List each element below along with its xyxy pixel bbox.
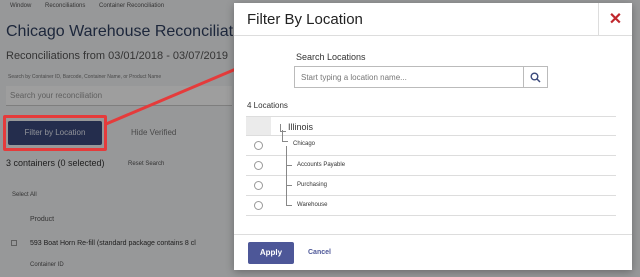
close-icon[interactable]: ✕ (598, 3, 632, 36)
modal-title: Filter By Location (247, 11, 363, 28)
cancel-button[interactable]: Cancel (308, 242, 331, 264)
location-count: 4 Locations (247, 101, 288, 110)
tree-row-accounts-payable[interactable]: Accounts Payable (246, 146, 616, 176)
tree-row-illinois: Illinois (246, 116, 616, 136)
tree-label-location: Accounts Payable (297, 162, 346, 168)
tree-row-warehouse[interactable]: Warehouse (246, 186, 616, 216)
tree-row-purchasing[interactable]: Purchasing (246, 166, 616, 196)
tree-label-location: Warehouse (297, 202, 328, 208)
search-button[interactable] (523, 67, 547, 87)
tree-connector (282, 130, 283, 141)
search-icon (530, 72, 541, 83)
location-radio[interactable] (254, 181, 263, 190)
filter-by-location-modal: Filter By Location ✕ Search Locations 4 … (234, 3, 632, 270)
tree-gutter (246, 117, 271, 135)
annotation-highlight-box (3, 115, 107, 151)
apply-button[interactable]: Apply (248, 242, 294, 264)
location-search-input[interactable] (295, 67, 523, 87)
location-radio[interactable] (254, 161, 263, 170)
tree-connector (286, 146, 287, 166)
tree-connector (286, 205, 292, 206)
tree-connector (286, 166, 287, 186)
tree-label-location: Chicago (293, 141, 316, 147)
tree-connector (286, 186, 287, 206)
tree-label-location: Purchasing (297, 182, 328, 188)
tree-connector (280, 131, 286, 132)
tree-label-root: Illinois (288, 122, 314, 132)
modal-header: Filter By Location ✕ (234, 3, 632, 36)
location-radio[interactable] (254, 201, 263, 210)
tree-row-chicago[interactable]: Chicago (246, 130, 616, 156)
search-locations-label: Search Locations (296, 52, 366, 62)
location-tree: Illinois Chicago Accounts Payable Purcha… (246, 116, 616, 216)
modal-footer: Apply Cancel (234, 234, 632, 270)
location-radio[interactable] (254, 141, 263, 150)
tree-connector (282, 141, 288, 142)
location-search-box (294, 66, 548, 88)
